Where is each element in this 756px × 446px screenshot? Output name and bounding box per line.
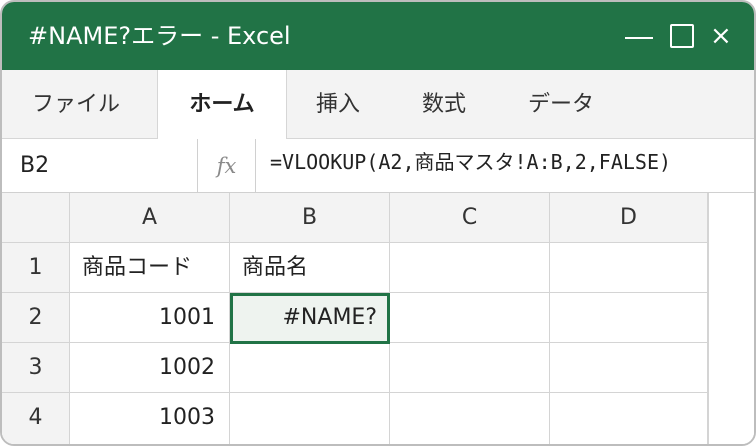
minimize-button[interactable] xyxy=(621,2,661,70)
grid-right-margin xyxy=(708,193,754,444)
cell-c3[interactable] xyxy=(390,343,550,393)
cell-b4[interactable] xyxy=(230,393,390,444)
fx-icon[interactable]: fx xyxy=(198,139,256,193)
row-header-1[interactable]: 1 xyxy=(2,243,70,293)
tab-file[interactable]: ファイル xyxy=(32,70,120,139)
cell-a4[interactable]: 1003 xyxy=(70,393,230,444)
maximize-button[interactable] xyxy=(665,2,705,70)
tab-home[interactable]: ホーム xyxy=(157,70,287,140)
cell-d3[interactable] xyxy=(550,343,708,393)
column-header-d[interactable]: D xyxy=(550,193,708,243)
formula-bar: B2 fx =VLOOKUP(A2,商品マスタ!A:B,2,FALSE) xyxy=(2,139,754,193)
excel-window: #NAME?エラー - Excel × ファイル ホーム 挿入 数式 データ B… xyxy=(0,0,756,446)
formula-input[interactable]: =VLOOKUP(A2,商品マスタ!A:B,2,FALSE) xyxy=(270,139,671,193)
cell-c2[interactable] xyxy=(390,293,550,343)
close-icon: × xyxy=(710,21,732,51)
tab-data[interactable]: データ xyxy=(528,70,594,139)
name-box[interactable]: B2 xyxy=(2,139,198,193)
column-header-b[interactable]: B xyxy=(230,193,390,243)
cell-d4[interactable] xyxy=(550,393,708,444)
cell-b1[interactable]: 商品名 xyxy=(230,243,390,293)
window-title: #NAME?エラー - Excel xyxy=(28,22,291,50)
title-bar: #NAME?エラー - Excel × xyxy=(2,2,754,70)
cell-c1[interactable] xyxy=(390,243,550,293)
tab-formulas[interactable]: 数式 xyxy=(422,70,466,139)
close-button[interactable]: × xyxy=(706,2,746,70)
column-header-a[interactable]: A xyxy=(70,193,230,243)
select-all-corner[interactable] xyxy=(2,193,70,243)
cell-b2-selected[interactable]: #NAME? xyxy=(230,293,390,344)
cell-a3[interactable]: 1002 xyxy=(70,343,230,393)
maximize-icon xyxy=(670,24,694,48)
cell-d1[interactable] xyxy=(550,243,708,293)
cell-a2[interactable]: 1001 xyxy=(70,293,230,343)
cell-c4[interactable] xyxy=(390,393,550,444)
minimize-icon xyxy=(625,37,653,39)
tab-insert[interactable]: 挿入 xyxy=(316,70,360,139)
cell-b3[interactable] xyxy=(230,343,390,393)
ribbon-tabs: ファイル ホーム 挿入 数式 データ xyxy=(2,70,754,140)
row-header-4[interactable]: 4 xyxy=(2,393,70,444)
row-header-2[interactable]: 2 xyxy=(2,293,70,343)
cell-a1[interactable]: 商品コード xyxy=(70,243,230,293)
cell-d2[interactable] xyxy=(550,293,708,343)
row-header-3[interactable]: 3 xyxy=(2,343,70,393)
spreadsheet-grid: A B C D 1 商品コード 商品名 2 1001 #NAME? 3 1002… xyxy=(2,193,754,444)
column-header-c[interactable]: C xyxy=(390,193,550,243)
